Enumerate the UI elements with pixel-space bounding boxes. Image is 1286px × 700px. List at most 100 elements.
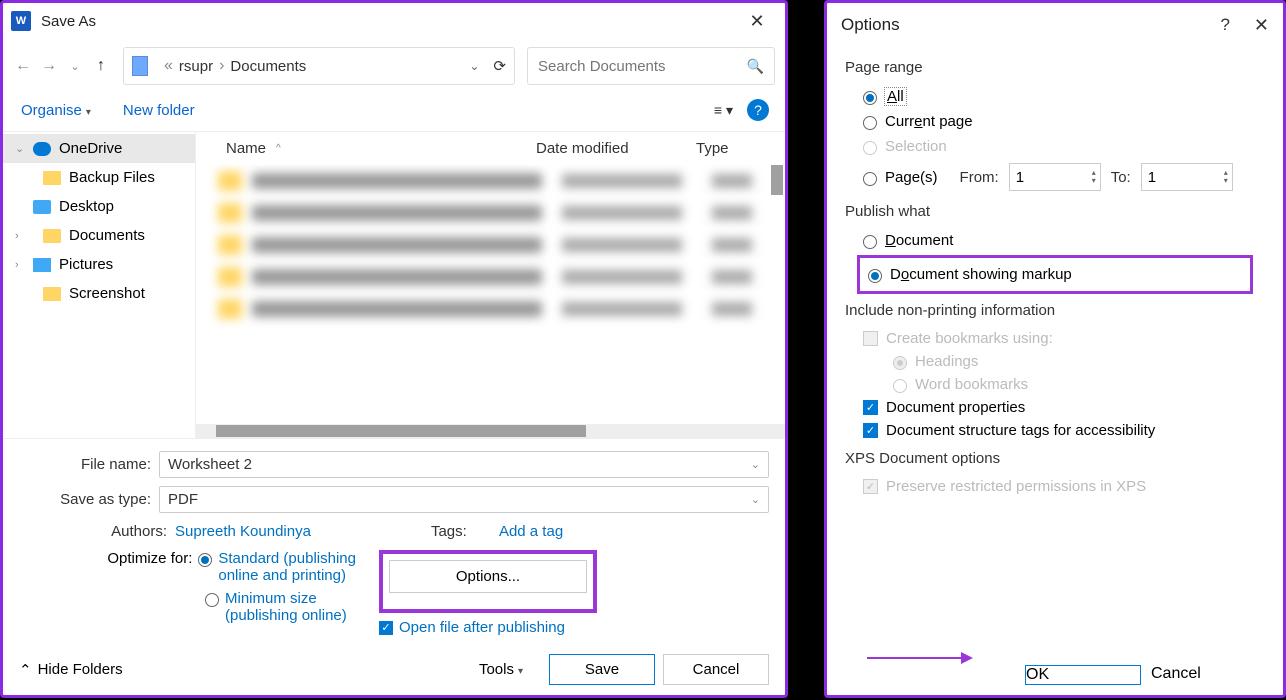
radio-pages[interactable] — [863, 172, 877, 186]
search-input[interactable]: 🔍 — [527, 47, 775, 85]
explorer-body: ⌄ OneDrive Backup Files Desktop › Docume… — [3, 132, 785, 438]
refresh-icon[interactable]: ⟳ — [493, 57, 506, 75]
cancel-button[interactable]: Cancel — [1151, 665, 1267, 685]
radio-standard-label[interactable]: Standard (publishing online and printing… — [218, 550, 379, 584]
to-stepper[interactable]: 1 — [1141, 163, 1233, 191]
save-button[interactable]: Save — [549, 654, 655, 685]
view-menu[interactable]: ≡ ▾ — [714, 102, 733, 119]
help-icon[interactable]: ? — [1220, 15, 1229, 35]
hide-folders-button[interactable]: ⌃Hide Folders — [19, 661, 123, 679]
radio-all[interactable] — [863, 91, 877, 105]
sidebar-item-pictures[interactable]: › Pictures — [3, 250, 195, 279]
sidebar-item-documents[interactable]: › Documents — [3, 221, 195, 250]
radio-standard[interactable] — [198, 553, 212, 567]
desktop-icon — [33, 200, 51, 214]
radio-current-label[interactable]: Current page — [885, 113, 973, 130]
forward-icon[interactable]: → — [39, 57, 59, 75]
collapse-icon[interactable]: ⌄ — [15, 142, 25, 155]
column-date[interactable]: Date modified — [536, 140, 696, 157]
authors-value[interactable]: Supreeth Koundinya — [175, 523, 311, 540]
sidebar-item-desktop[interactable]: Desktop — [3, 192, 195, 221]
radio-markup[interactable] — [868, 269, 882, 283]
tags-label[interactable]: Document structure tags for accessibilit… — [886, 422, 1155, 439]
sidebar: ⌄ OneDrive Backup Files Desktop › Docume… — [3, 132, 195, 438]
column-name[interactable]: Name ^ — [226, 140, 536, 157]
bookmarks-label: Create bookmarks using: — [886, 330, 1053, 347]
radio-markup-label[interactable]: Document showing markup — [890, 266, 1072, 283]
list-item[interactable] — [196, 197, 785, 229]
list-item[interactable] — [196, 293, 785, 325]
column-type[interactable]: Type — [696, 140, 746, 157]
titlebar: Options ? ✕ — [827, 3, 1283, 47]
breadcrumb[interactable]: rsupr — [179, 58, 213, 75]
expand-icon[interactable]: › — [15, 230, 25, 242]
open-after-label[interactable]: Open file after publishing — [399, 619, 565, 636]
radio-pages-label[interactable]: Page(s) — [885, 169, 938, 186]
sidebar-item-backup[interactable]: Backup Files — [3, 163, 195, 192]
back-icon[interactable]: ← — [13, 57, 33, 75]
open-after-checkbox[interactable]: ✓ — [379, 621, 393, 635]
radio-document-label[interactable]: Document — [885, 232, 953, 249]
savetype-label: Save as type: — [19, 491, 159, 508]
section-nonprinting: Include non-printing information — [845, 302, 1265, 319]
list-item[interactable] — [196, 165, 785, 197]
sidebar-item-screenshot[interactable]: Screenshot — [3, 279, 195, 308]
chevron-down-icon[interactable]: ⌄ — [469, 59, 479, 73]
docprops-checkbox[interactable]: ✓ — [863, 400, 878, 415]
savetype-field[interactable]: PDF⌄ — [159, 486, 769, 513]
options-body: Page range All Current page Selection Pa… — [827, 47, 1283, 655]
new-folder-button[interactable]: New folder — [123, 102, 195, 119]
sidebar-item-onedrive[interactable]: ⌄ OneDrive — [3, 134, 195, 163]
to-label: To: — [1111, 169, 1131, 186]
sidebar-item-label: Screenshot — [69, 285, 145, 302]
options-highlight: Options... — [379, 550, 597, 613]
word-icon: W — [11, 11, 31, 31]
bookmarks-checkbox — [863, 331, 878, 346]
list-item[interactable] — [196, 261, 785, 293]
pictures-icon — [33, 258, 51, 272]
folder-icon — [43, 171, 61, 185]
markup-highlight: Document showing markup — [857, 255, 1253, 294]
search-field[interactable] — [538, 58, 747, 75]
search-icon[interactable]: 🔍 — [747, 58, 764, 75]
address-bar[interactable]: « rsupr › Documents ⌄ ⟳ — [123, 47, 515, 85]
window-title: Options — [841, 15, 900, 35]
file-rows[interactable] — [196, 165, 785, 424]
close-icon[interactable]: ✕ — [1254, 15, 1269, 36]
save-form: File name: Worksheet 2⌄ Save as type: PD… — [3, 438, 785, 644]
docprops-label[interactable]: Document properties — [886, 399, 1025, 416]
section-xps: XPS Document options — [845, 450, 1265, 467]
expand-icon[interactable]: › — [15, 259, 25, 271]
radio-all-label[interactable]: All — [885, 88, 906, 105]
radio-headings — [893, 356, 907, 370]
help-icon[interactable]: ? — [747, 99, 769, 121]
list-item[interactable] — [196, 229, 785, 261]
radio-minimum-label[interactable]: Minimum size (publishing online) — [225, 590, 379, 624]
sidebar-item-label: Pictures — [59, 256, 113, 273]
breadcrumb[interactable]: Documents — [230, 58, 306, 75]
ok-button[interactable]: OK — [1025, 665, 1141, 685]
radio-minimum[interactable] — [205, 593, 219, 607]
scrollbar-horizontal[interactable] — [216, 425, 586, 437]
radio-current[interactable] — [863, 116, 877, 130]
tools-menu[interactable]: Tools — [479, 661, 523, 678]
section-page-range: Page range — [845, 59, 1265, 76]
titlebar: W Save As ✕ — [3, 3, 785, 39]
radio-wordbm-label: Word bookmarks — [915, 376, 1028, 393]
close-icon[interactable]: ✕ — [737, 11, 777, 32]
tags-checkbox[interactable]: ✓ — [863, 423, 878, 438]
organise-button[interactable]: Organise — [21, 102, 91, 119]
options-button[interactable]: Options... — [389, 560, 587, 593]
recent-dropdown-icon[interactable]: ⌄ — [65, 60, 85, 73]
folder-type-icon — [132, 56, 148, 76]
file-list: Name ^ Date modified Type — [195, 132, 785, 438]
optimize-label: Optimize for: — [79, 550, 192, 567]
from-stepper[interactable]: 1 — [1009, 163, 1101, 191]
tags-value[interactable]: Add a tag — [499, 523, 563, 540]
sidebar-item-label: Desktop — [59, 198, 114, 215]
radio-headings-label: Headings — [915, 353, 978, 370]
radio-document[interactable] — [863, 235, 877, 249]
cancel-button[interactable]: Cancel — [663, 654, 769, 685]
up-icon[interactable]: ↑ — [91, 57, 111, 75]
filename-field[interactable]: Worksheet 2⌄ — [159, 451, 769, 478]
